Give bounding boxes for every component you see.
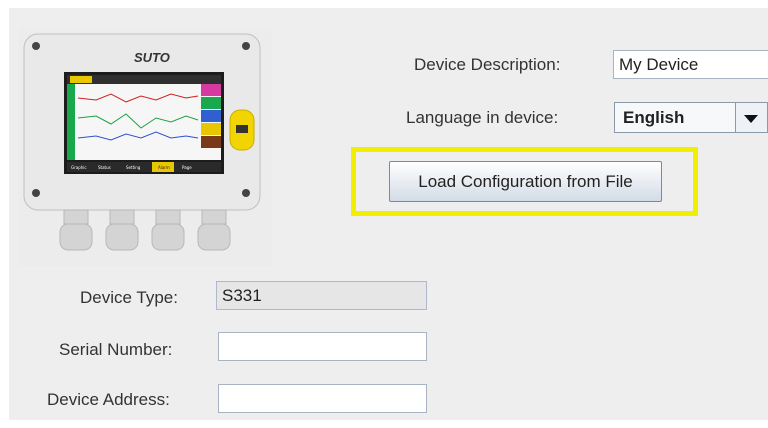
serial-number-label: Serial Number: [59, 340, 173, 359]
chevron-down-icon [744, 115, 758, 123]
svg-text:Alarm: Alarm [158, 165, 170, 170]
device-type-field: S331 [216, 281, 427, 310]
svg-text:SUTO: SUTO [134, 50, 170, 65]
load-configuration-button[interactable]: Load Configuration from File [389, 161, 662, 202]
serial-number-field[interactable] [218, 332, 427, 361]
device-address-field[interactable] [218, 384, 427, 413]
language-select[interactable]: English [614, 102, 768, 133]
svg-text:Graphic: Graphic [71, 165, 87, 170]
language-dropdown-toggle[interactable] [735, 103, 767, 132]
device-description-label: Device Description: [414, 55, 561, 74]
language-value: English [623, 108, 685, 127]
device-type-label: Device Type: [80, 288, 178, 307]
svg-text:Page: Page [182, 165, 192, 170]
device-description-field[interactable]: My Device [613, 50, 768, 79]
svg-text:Status: Status [98, 165, 111, 170]
language-label: Language in device: [406, 108, 559, 127]
device-image: SUTO Graphic Status Setting Alarm Page [18, 28, 272, 266]
svg-text:Setting: Setting [126, 165, 141, 170]
device-address-label: Device Address: [47, 390, 170, 409]
